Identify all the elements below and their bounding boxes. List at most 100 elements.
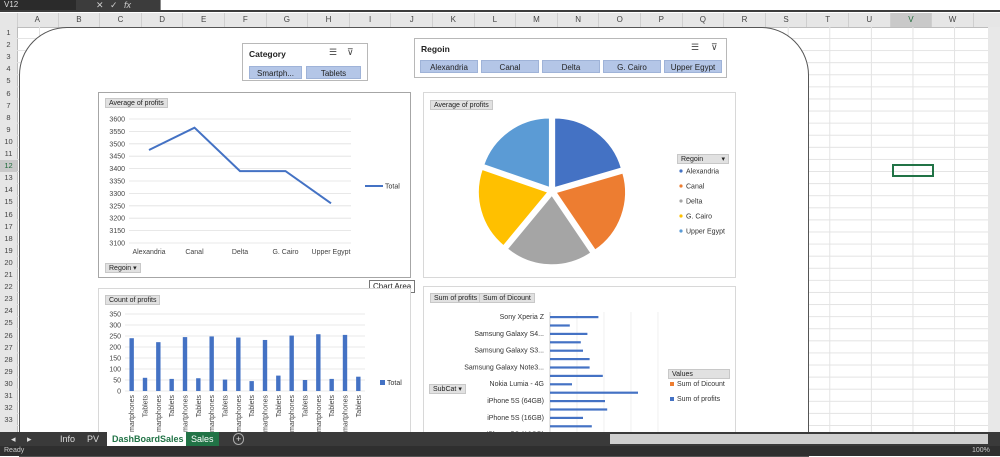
formula-input[interactable] [160, 0, 1000, 10]
bar-sum-profits[interactable] [550, 366, 590, 368]
bar-sum-profits[interactable] [550, 417, 583, 419]
row-header-33[interactable]: 33 [0, 414, 17, 426]
column-header-o[interactable]: O [599, 13, 641, 27]
slicer-item-g-cairo[interactable]: G. Cairo [603, 60, 661, 73]
column-bar[interactable] [303, 380, 307, 391]
row-header-31[interactable]: 31 [0, 390, 17, 402]
column-header-t[interactable]: T [807, 13, 849, 27]
row-header-25[interactable]: 25 [0, 317, 17, 329]
tab-info[interactable]: Info [55, 432, 80, 446]
column-header-f[interactable]: F [225, 13, 267, 27]
next-sheet-icon[interactable]: ▸ [22, 432, 37, 446]
function-icon[interactable]: fx [124, 0, 131, 10]
column-header-b[interactable]: B [59, 13, 101, 27]
bar-sum-profits[interactable] [550, 316, 598, 318]
slicer-item-canal[interactable]: Canal [481, 60, 539, 73]
column-header-c[interactable]: C [100, 13, 142, 27]
row-header-18[interactable]: 18 [0, 233, 17, 245]
column-bar[interactable] [196, 378, 200, 391]
row-header-10[interactable]: 10 [0, 136, 17, 148]
selected-cell[interactable] [892, 164, 934, 177]
column-bar[interactable] [316, 334, 320, 391]
row-header-3[interactable]: 3 [0, 51, 17, 63]
row-header-17[interactable]: 17 [0, 221, 17, 233]
bar-sum-profits[interactable] [550, 350, 583, 352]
row-header-24[interactable]: 24 [0, 305, 17, 317]
row-header-32[interactable]: 32 [0, 402, 17, 414]
row-header-19[interactable]: 19 [0, 245, 17, 257]
tab-pv[interactable]: PV [82, 432, 104, 446]
tab-dashboardsales[interactable]: DashBoardSales [107, 432, 189, 446]
row-header-20[interactable]: 20 [0, 257, 17, 269]
row-header-7[interactable]: 7 [0, 100, 17, 112]
bar-sum-profits[interactable] [550, 425, 592, 427]
column-bar[interactable] [183, 337, 187, 391]
bar-sum-profits[interactable] [550, 392, 638, 394]
bar-sum-profits[interactable] [550, 408, 607, 410]
row-header-28[interactable]: 28 [0, 354, 17, 366]
column-header-l[interactable]: L [475, 13, 517, 27]
column-bar[interactable] [343, 335, 347, 391]
category-slicer[interactable]: Category ☰ ⊽ Smartph... Tablets [242, 43, 368, 81]
row-header-15[interactable]: 15 [0, 196, 17, 208]
clear-filter-icon[interactable]: ⊽ [347, 47, 354, 58]
pie-chart-panel[interactable]: Average of profits AlexandriaCanalDeltaG… [423, 92, 736, 278]
column-bar[interactable] [276, 376, 280, 391]
slicer-item-upper-egypt[interactable]: Upper Egypt [664, 60, 722, 73]
slicer-item-tablets[interactable]: Tablets [306, 66, 361, 79]
column-chart-panel[interactable]: Count of profits 050100150200250300350Sm… [98, 288, 411, 438]
column-header-h[interactable]: H [308, 13, 350, 27]
column-bar[interactable] [129, 338, 133, 391]
row-header-22[interactable]: 22 [0, 281, 17, 293]
column-header-m[interactable]: M [516, 13, 558, 27]
slicer-item-delta[interactable]: Delta [542, 60, 600, 73]
cancel-icon[interactable]: ✕ [96, 0, 104, 10]
row-header-23[interactable]: 23 [0, 293, 17, 305]
column-bar[interactable] [156, 342, 160, 391]
column-bar[interactable] [263, 340, 267, 391]
row-header-13[interactable]: 13 [0, 172, 17, 184]
column-bar[interactable] [289, 336, 293, 391]
column-bar[interactable] [169, 379, 173, 391]
row-header-27[interactable]: 27 [0, 342, 17, 354]
vertical-scrollbar[interactable] [988, 27, 1000, 432]
bar-sum-profits[interactable] [550, 383, 572, 385]
slicer-item-smartphones[interactable]: Smartph... [249, 66, 302, 79]
row-header-29[interactable]: 29 [0, 366, 17, 378]
row-header-6[interactable]: 6 [0, 88, 17, 100]
prev-sheet-icon[interactable]: ◂ [6, 432, 21, 446]
add-sheet-icon[interactable]: + [233, 433, 244, 445]
select-all-corner[interactable] [0, 13, 18, 27]
horizontal-scrollbar[interactable] [610, 434, 988, 444]
name-box[interactable]: V12 [0, 0, 76, 10]
column-header-j[interactable]: J [391, 13, 433, 27]
line-chart-panel[interactable]: Average of profits 310031503200325033003… [98, 92, 411, 278]
multi-select-icon[interactable]: ☰ [691, 42, 699, 53]
bar-sum-profits[interactable] [550, 400, 605, 402]
column-bar[interactable] [236, 338, 240, 391]
column-header-p[interactable]: P [641, 13, 683, 27]
slicer-item-alexandria[interactable]: Alexandria [420, 60, 478, 73]
column-bar[interactable] [249, 381, 253, 391]
column-header-e[interactable]: E [183, 13, 225, 27]
row-header-12[interactable]: 12 [0, 160, 17, 172]
row-header-26[interactable]: 26 [0, 330, 17, 342]
row-header-2[interactable]: 2 [0, 39, 17, 51]
row-header-8[interactable]: 8 [0, 112, 17, 124]
enter-icon[interactable]: ✓ [110, 0, 118, 10]
bar-sum-profits[interactable] [550, 358, 590, 360]
column-header-d[interactable]: D [142, 13, 184, 27]
bar-sum-profits[interactable] [550, 324, 570, 326]
column-header-g[interactable]: G [267, 13, 309, 27]
line-series-total[interactable] [149, 128, 331, 204]
bar-chart-panel[interactable]: Sum of profits Sum of Dicount SubCat ▾ V… [423, 286, 736, 436]
row-header-4[interactable]: 4 [0, 63, 17, 75]
row-header-1[interactable]: 1 [0, 27, 17, 39]
bar-sum-profits[interactable] [550, 375, 603, 377]
clear-filter-icon[interactable]: ⊽ [711, 42, 718, 53]
column-bar[interactable] [209, 336, 213, 391]
column-header-r[interactable]: R [724, 13, 766, 27]
column-header-q[interactable]: Q [683, 13, 725, 27]
column-header-a[interactable]: A [17, 13, 59, 27]
column-header-v[interactable]: V [891, 13, 933, 27]
